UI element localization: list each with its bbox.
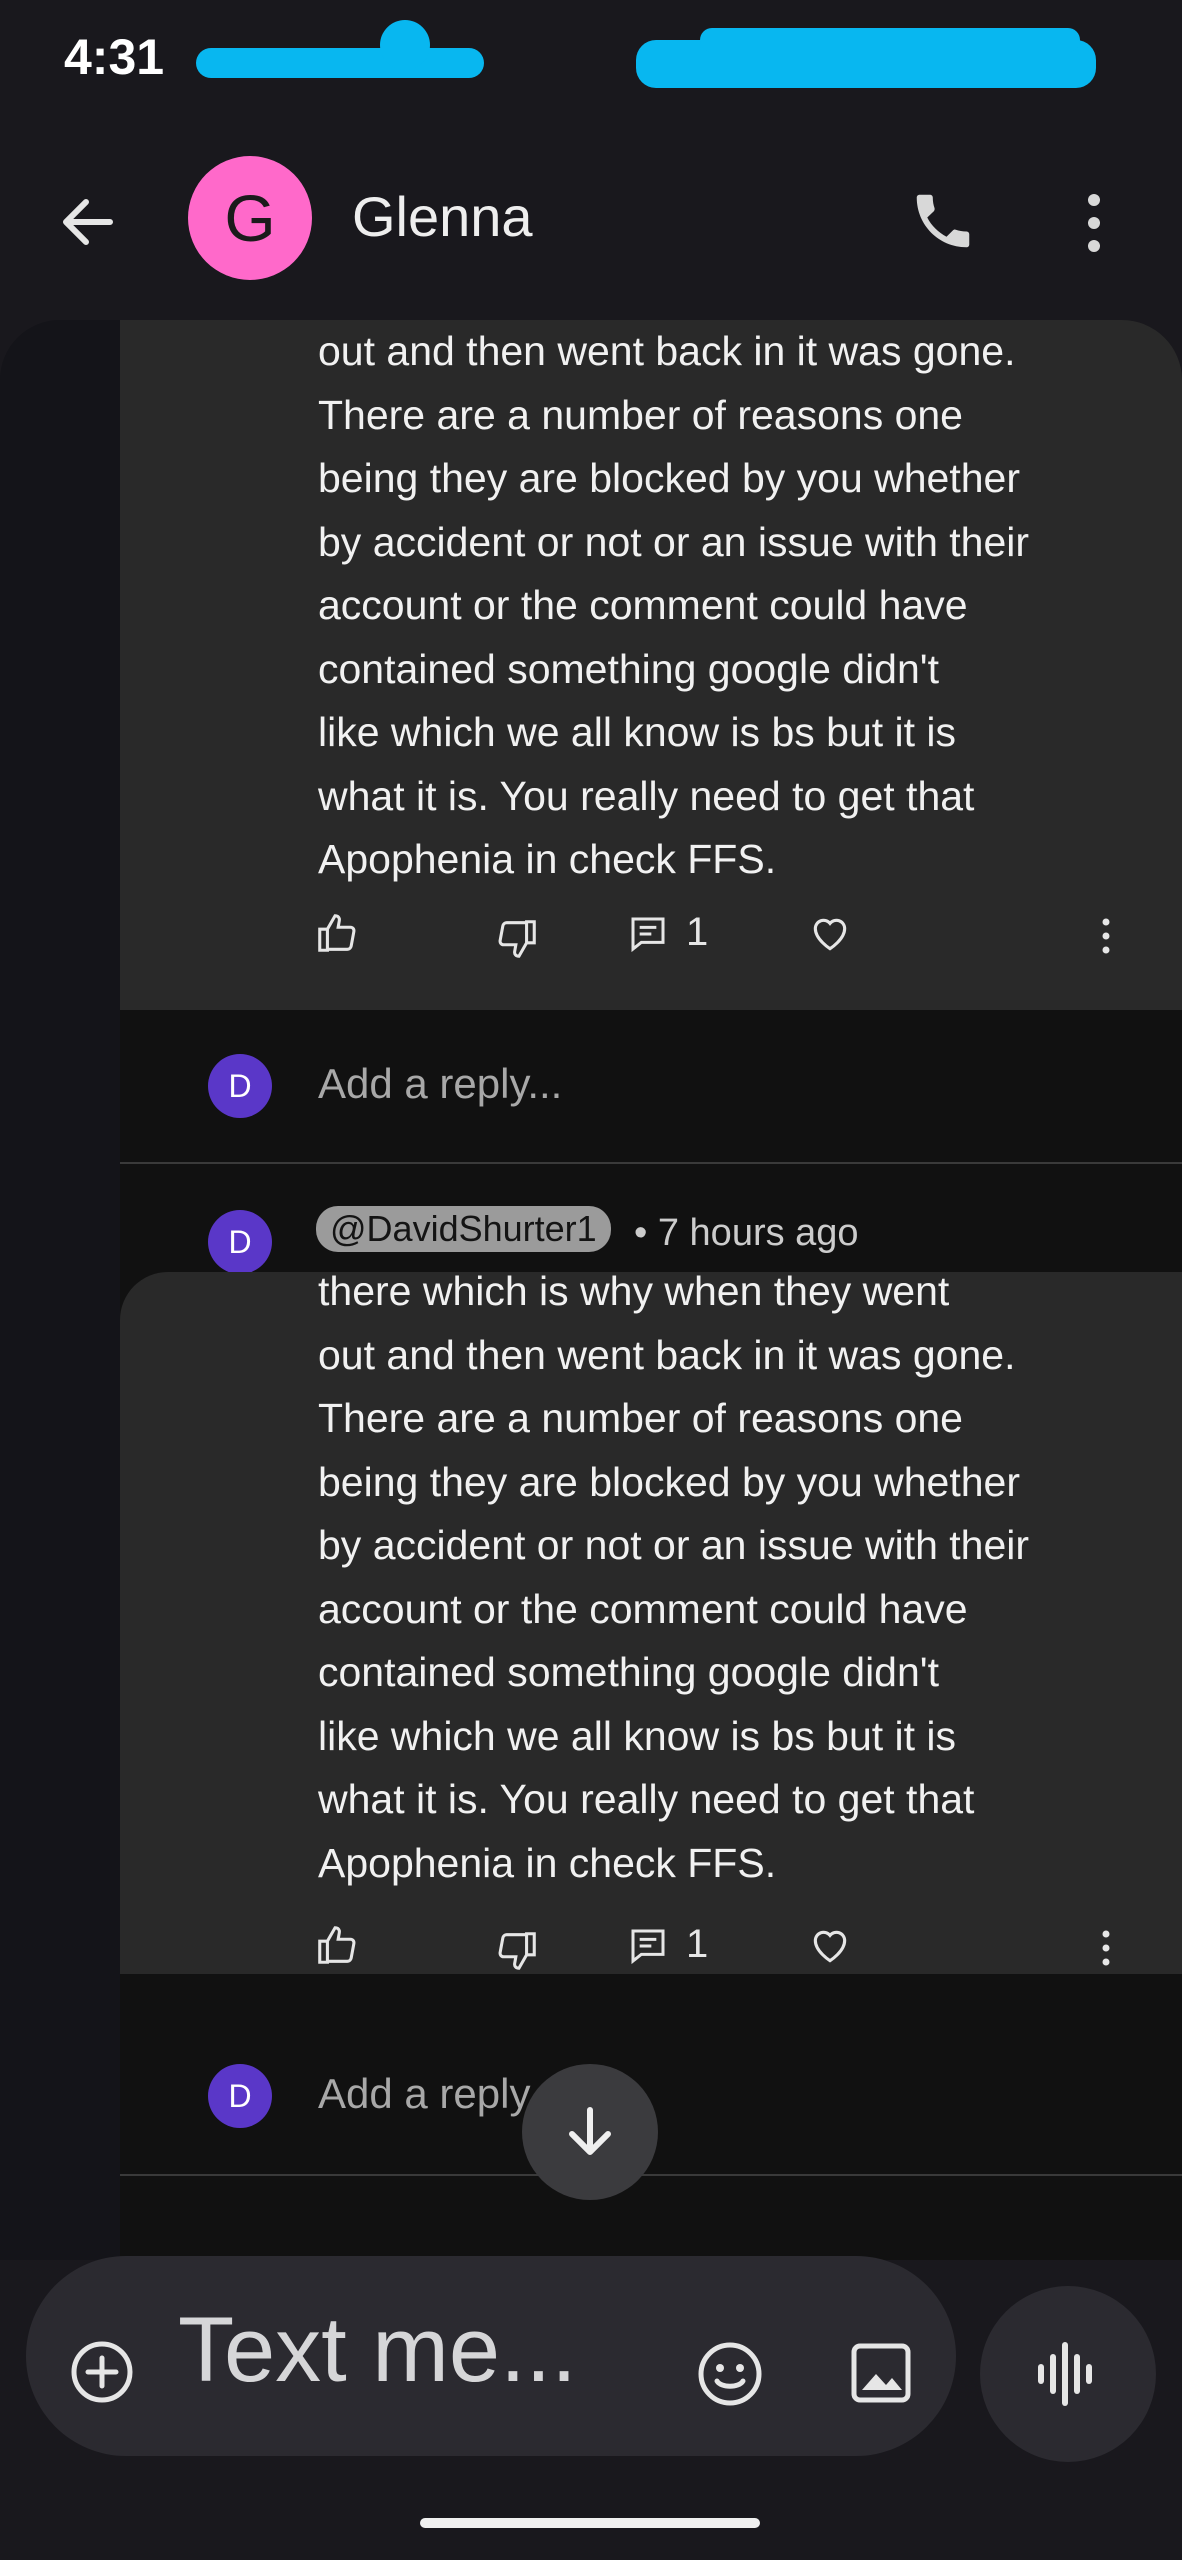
more-options-icon[interactable] bbox=[1078, 188, 1110, 258]
comment-timestamp: • 7 hours ago bbox=[634, 1212, 859, 1254]
comment-line: by accident or not or an issue with thei… bbox=[318, 518, 1030, 565]
redaction-mark bbox=[380, 20, 430, 70]
comment-line: being they are blocked by you whether bbox=[318, 1458, 1021, 1505]
comment-line: being they are blocked by you whether bbox=[318, 455, 1021, 501]
comment-more-icon[interactable] bbox=[1098, 1928, 1114, 1968]
comment-line: contained something google didn't bbox=[318, 1649, 940, 1695]
comment-text: out and then went back in it was gone. T… bbox=[318, 320, 1029, 892]
reply-icon[interactable] bbox=[628, 914, 668, 954]
thumbs-up-icon[interactable] bbox=[314, 1922, 360, 1968]
heart-icon[interactable] bbox=[808, 912, 852, 956]
user-avatar: D bbox=[208, 1054, 272, 1118]
status-time: 4:31 bbox=[64, 29, 165, 85]
comment-line: There are a number of reasons one bbox=[318, 391, 963, 438]
arrow-down-icon bbox=[569, 2107, 611, 2155]
comment-line: There are a number of reasons one bbox=[318, 1395, 963, 1441]
scroll-down-button[interactable] bbox=[522, 2064, 658, 2200]
user-avatar: D bbox=[208, 1210, 272, 1274]
home-indicator bbox=[420, 2518, 760, 2528]
voice-message-button[interactable] bbox=[980, 2286, 1156, 2462]
comment-line: there which is why when they went bbox=[318, 1268, 950, 1314]
comment-line: like which we all know is bs but it is bbox=[318, 1712, 957, 1759]
add-reply-input[interactable]: Add a reply... bbox=[318, 1060, 562, 1108]
comment-line: out and then went back in it was gone. bbox=[318, 328, 1016, 374]
gallery-icon[interactable] bbox=[848, 2340, 914, 2406]
user-handle[interactable]: @DavidShurter1 bbox=[316, 1206, 611, 1252]
comment-actions: 1 bbox=[0, 1922, 1182, 1982]
heart-icon[interactable] bbox=[808, 1924, 852, 1968]
comment-line: out and then went back in it was gone. bbox=[318, 1331, 1016, 1378]
divider bbox=[120, 1162, 1182, 1164]
redaction-mark bbox=[196, 48, 484, 78]
thumbs-up-icon[interactable] bbox=[314, 910, 360, 956]
comment-line: contained something google didn't bbox=[318, 645, 940, 692]
comment-line: account or the comment could have bbox=[318, 582, 968, 628]
comment-line: account or the comment could have bbox=[318, 1585, 968, 1632]
comment-line: what it is. You really need to get that bbox=[318, 1776, 975, 1822]
image-message[interactable]: out and then went back in it was gone. T… bbox=[0, 320, 1182, 2260]
comment-line: what it is. You really need to get that bbox=[318, 772, 975, 819]
add-reply-input[interactable]: Add a reply bbox=[318, 2070, 530, 2118]
comment-line: like which we all know is bs but it is bbox=[318, 709, 957, 755]
reply-icon[interactable] bbox=[628, 1926, 668, 1966]
thumbs-down-icon[interactable] bbox=[494, 1928, 540, 1974]
message-input[interactable]: Text me... bbox=[178, 2298, 577, 2403]
comment-text: there which is why when they went out an… bbox=[318, 1260, 1029, 1895]
divider bbox=[120, 2174, 1182, 2176]
emoji-icon[interactable] bbox=[694, 2338, 766, 2410]
phone-icon[interactable] bbox=[908, 186, 978, 256]
comment-line: Apophenia in check FFS. bbox=[318, 1839, 777, 1886]
contact-avatar[interactable]: G bbox=[188, 156, 312, 280]
redaction-mark bbox=[700, 28, 1080, 52]
reply-count: 1 bbox=[686, 1922, 709, 1966]
comment-more-icon[interactable] bbox=[1098, 916, 1114, 956]
add-attachment-icon[interactable] bbox=[68, 2338, 136, 2406]
thumbs-down-icon[interactable] bbox=[494, 916, 540, 962]
back-arrow-icon[interactable] bbox=[56, 190, 120, 254]
comment-line: Apophenia in check FFS. bbox=[318, 836, 777, 882]
waveform-icon bbox=[1038, 2342, 1092, 2406]
user-avatar: D bbox=[208, 2064, 272, 2128]
comment-actions: 1 bbox=[0, 910, 1182, 970]
contact-name[interactable]: Glenna bbox=[352, 184, 533, 249]
reply-count: 1 bbox=[686, 910, 709, 954]
comment-line: by accident or not or an issue with thei… bbox=[318, 1522, 1030, 1568]
